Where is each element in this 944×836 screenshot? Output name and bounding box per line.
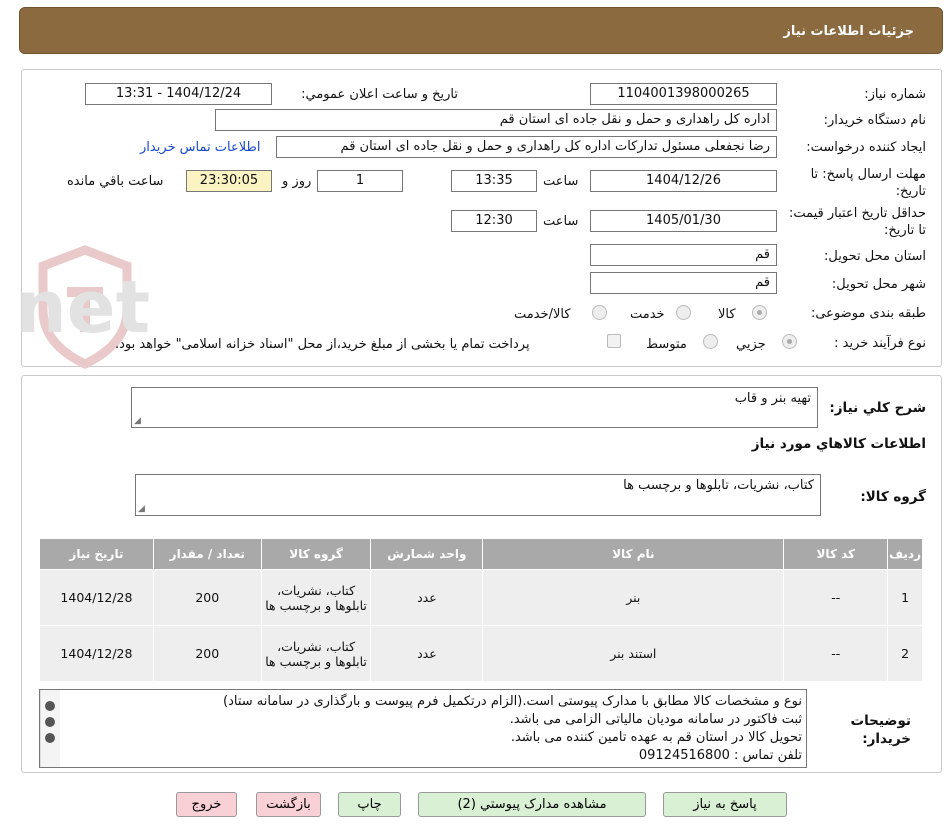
category-goods-label: کالا (718, 307, 736, 322)
goods-group-label: گروه کالا: (860, 489, 926, 505)
resize-grip-icon[interactable]: ◢ (134, 416, 141, 426)
province-label: استان محل تحويل: (824, 249, 926, 264)
days-label: روز و (282, 174, 312, 189)
cell-qty: 200 (152, 625, 262, 682)
cell-unit: عدد (370, 569, 484, 626)
goods-info-title: اطلاعات کالاهاي مورد نياز (751, 436, 926, 452)
process-medium-label: متوسط (646, 337, 687, 352)
notes-line: ثبت فاکتور در سامانه مودیان مالیاتی الزا… (509, 712, 802, 727)
treasury-checkbox[interactable] (607, 334, 621, 348)
summary-label: شرح کلي نياز: (829, 400, 926, 416)
buyer-field[interactable]: اداره کل راهداری و حمل و نقل جاده ای است… (215, 109, 777, 131)
reply-deadline-label: مهلت ارسال پاسخ: تا تاريخ: (810, 167, 926, 199)
cell-qty: 200 (152, 569, 262, 626)
category-goods-service-radio[interactable] (592, 305, 607, 320)
cell-date: 1404/12/28 (39, 625, 154, 682)
col-qty-header: تعداد / مقدار (152, 538, 262, 570)
back-button[interactable]: بازگشت (256, 792, 321, 817)
notes-scrollbar[interactable] (40, 690, 60, 767)
category-goods-radio[interactable] (752, 305, 767, 320)
reply-time-label: ساعت (543, 174, 579, 189)
notes-line: نوع و مشخصات کالا مطابق با مدارک پیوستی … (223, 694, 802, 709)
resize-grip-icon[interactable]: ◢ (138, 504, 145, 514)
summary-textarea[interactable]: تهیه بنر و قاب ◢ (131, 387, 818, 428)
table-header-row: رديف کد کالا نام کالا واحد شمارش گروه کا… (39, 538, 923, 570)
notes-line: تلفن تماس : 09124516800 (638, 748, 802, 763)
col-date-header: تاريخ نياز (39, 538, 154, 570)
notes-text: نوع و مشخصات کالا مطابق با مدارک پیوستی … (62, 693, 802, 765)
price-date-field[interactable]: 1405/01/30 (590, 210, 777, 232)
col-unit-header: واحد شمارش (370, 538, 484, 570)
items-table: رديف کد کالا نام کالا واحد شمارش گروه کا… (39, 538, 923, 682)
city-label: شهر محل تحويل: (831, 277, 926, 292)
reply-time-field[interactable]: 13:35 (451, 170, 537, 192)
col-name-header: نام کالا (482, 538, 785, 570)
table-row[interactable]: 1 -- بنر عدد کتاب، نشريات، تابلوها و برچ… (39, 569, 923, 626)
buyer-contact-link[interactable]: اطلاعات تماس خريدار (140, 140, 260, 155)
page-title: جزئیات اطلاعات نیاز (783, 24, 914, 39)
table-row[interactable]: 2 -- استند بنر عدد کتاب، نشريات، تابلوها… (39, 625, 923, 682)
remaining-time-field: 23:30:05 (186, 170, 272, 192)
process-minor-label: جزيي (736, 337, 766, 352)
days-field[interactable]: 1 (317, 170, 403, 192)
cell-group: کتاب، نشريات، تابلوها و برچسب ها (260, 625, 372, 682)
process-minor-radio[interactable] (782, 334, 797, 349)
page-header: جزئیات اطلاعات نیاز (19, 7, 943, 54)
buyer-label: نام دستگاه خريدار: (823, 113, 926, 128)
price-time-field[interactable]: 12:30 (451, 210, 537, 232)
category-label: طبقه بندی موضوعی: (810, 306, 926, 321)
print-button[interactable]: چاپ (338, 792, 401, 817)
category-goods-service-label: کالا/خدمت (514, 307, 571, 322)
goods-group-textarea[interactable]: کتاب، نشريات، تابلوها و برچسب ها ◢ (135, 474, 821, 516)
col-row-header: رديف (887, 538, 923, 570)
cell-code: -- (783, 625, 889, 682)
announce-field[interactable]: 1404/12/24 - 13:31 (85, 83, 272, 105)
scroll-arrows-icon (45, 701, 55, 743)
col-group-header: گروه کالا (260, 538, 372, 570)
summary-text: تهیه بنر و قاب (734, 391, 811, 406)
price-time-label: ساعت (543, 214, 579, 229)
announce-label: تاریخ و ساعت اعلان عمومي: (301, 87, 458, 102)
attachments-button[interactable]: مشاهده مدارک پيوستي (2) (418, 792, 646, 817)
price-validity-label: حداقل تاريخ اعتبار قيمت: تا تاريخ: (788, 206, 926, 238)
notes-line: تحویل کالا در استان قم به عهده تامین کنن… (510, 730, 802, 745)
requester-label: ايجاد کننده درخواست: (806, 140, 926, 155)
reply-button[interactable]: پاسخ به نياز (663, 792, 787, 817)
category-service-radio[interactable] (676, 305, 691, 320)
goods-group-text: کتاب، نشريات، تابلوها و برچسب ها (623, 478, 814, 493)
need-number-field[interactable]: 1104001398000265 (590, 83, 777, 105)
cell-name: استند بنر (482, 625, 785, 682)
province-field[interactable]: قم (590, 244, 777, 266)
cell-row: 1 (887, 569, 923, 626)
notes-label: توضيحات خريدار: (850, 713, 911, 747)
cell-code: -- (783, 569, 889, 626)
cell-row: 2 (887, 625, 923, 682)
cell-name: بنر (482, 569, 785, 626)
col-code-header: کد کالا (783, 538, 889, 570)
process-medium-radio[interactable] (703, 334, 718, 349)
remaining-label: ساعت باقي مانده (67, 174, 164, 189)
cell-date: 1404/12/28 (39, 569, 154, 626)
city-field[interactable]: قم (590, 272, 777, 294)
category-service-label: خدمت (630, 307, 665, 322)
treasury-note: پرداخت تمام يا بخشی از مبلغ خريد،از محل … (115, 337, 530, 352)
process-label: نوع فرآيند خريد : (834, 336, 926, 351)
cell-unit: عدد (370, 625, 484, 682)
cell-group: کتاب، نشريات، تابلوها و برچسب ها (260, 569, 372, 626)
requester-field[interactable]: رضا نجفعلی مسئول تدارکات اداره کل راهدار… (276, 136, 777, 158)
exit-button[interactable]: خروج (176, 792, 237, 817)
need-number-label: شماره نیاز: (864, 87, 926, 102)
reply-date-field[interactable]: 1404/12/26 (590, 170, 777, 192)
notes-textarea[interactable]: نوع و مشخصات کالا مطابق با مدارک پیوستی … (39, 689, 807, 768)
